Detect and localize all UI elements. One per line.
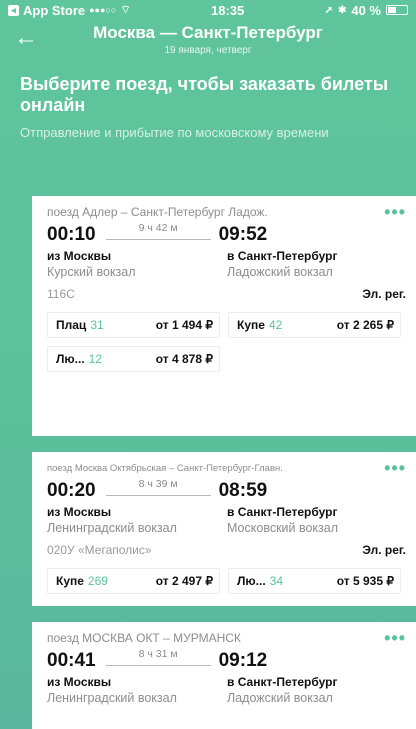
departure-time: 00:41	[47, 650, 96, 671]
from-label: из Москвы	[47, 505, 112, 519]
duration-text: 9 ч 42 м	[138, 222, 178, 234]
train-name: поезд МОСКВА ОКТ – МУРМАНСК	[47, 631, 241, 645]
train-card[interactable]: поезд Адлер – Санкт-Петербург Ладож. •••…	[32, 196, 416, 436]
duration-line	[105, 239, 211, 240]
train-number: 116С	[47, 287, 75, 301]
seat-option-coupe[interactable]: Купе 269 от 2 497 ₽	[47, 568, 220, 594]
seat-type: Лю...	[56, 352, 85, 366]
arrival-time: 09:12	[218, 650, 268, 671]
timezone-note: Отправление и прибытие по московскому вр…	[20, 125, 329, 140]
seat-type: Лю...	[237, 574, 266, 588]
seat-count: 12	[88, 352, 103, 366]
departure-time: 00:20	[47, 480, 96, 501]
from-label: из Москвы	[47, 249, 112, 263]
seat-option-lux[interactable]: Лю... 12 от 4 878 ₽	[47, 346, 220, 372]
more-options-icon[interactable]: •••	[384, 203, 406, 221]
seat-price: от 4 878 ₽	[155, 352, 213, 366]
arrival-time: 08:59	[218, 480, 268, 501]
to-label: в Санкт-Петербург	[227, 505, 338, 519]
bluetooth-icon: ✱	[337, 4, 347, 16]
seat-price: от 2 265 ₽	[336, 318, 394, 332]
to-station: Ладожский вокзал	[227, 691, 333, 705]
duration-text: 8 ч 31 м	[138, 648, 178, 660]
duration-text: 8 ч 39 м	[138, 478, 178, 490]
seat-price: от 5 935 ₽	[336, 574, 394, 588]
train-card[interactable]: поезд МОСКВА ОКТ – МУРМАНСК ••• 00:41 8 …	[32, 622, 416, 729]
location-icon: ➚	[324, 4, 333, 16]
seat-option-platzkart[interactable]: Плац 31 от 1 494 ₽	[47, 312, 220, 338]
signal-icon: ●●●○○	[89, 5, 117, 15]
train-name: поезд Адлер – Санкт-Петербург Ладож.	[47, 205, 268, 219]
app-store-link[interactable]: App Store	[23, 3, 85, 18]
seat-type: Купе	[56, 574, 84, 588]
status-right: ➚ ✱ 40 %	[325, 3, 408, 18]
arrival-time: 09:52	[218, 224, 268, 245]
route-title: Москва — Санкт-Петербург	[93, 23, 323, 42]
seat-price: от 2 497 ₽	[155, 574, 213, 588]
from-label: из Москвы	[47, 675, 112, 689]
seat-type: Плац	[56, 318, 87, 332]
train-number: 020У «Мегаполис»	[47, 543, 152, 557]
more-options-icon[interactable]: •••	[384, 459, 406, 477]
nav-bar: ← Москва — Санкт-Петербург 19 января, че…	[0, 20, 416, 62]
duration-line	[105, 665, 211, 666]
train-card[interactable]: поезд Москва Октябрьская – Санкт-Петербу…	[32, 452, 416, 606]
seat-price: от 1 494 ₽	[155, 318, 213, 332]
battery-percent: 40 %	[351, 2, 381, 18]
to-station: Московский вокзал	[227, 521, 339, 535]
seat-type: Купе	[237, 318, 265, 332]
status-time: 18:35	[210, 2, 245, 18]
status-left: ◂ App Store ●●●○○ ⌔	[8, 3, 131, 18]
intro-heading: Выберите поезд, чтобы заказать билеты он…	[20, 74, 389, 115]
seat-count: 31	[90, 318, 104, 332]
train-name: поезд Москва Октябрьская – Санкт-Петербу…	[47, 462, 283, 474]
duration: 9 ч 42 м	[105, 222, 211, 246]
duration: 8 ч 31 м	[105, 648, 211, 672]
from-station: Курский вокзал	[47, 265, 136, 279]
route-date: 19 января, четверг	[164, 45, 252, 56]
intro: Выберите поезд, чтобы заказать билеты он…	[0, 62, 416, 141]
to-label: в Санкт-Петербург	[227, 249, 338, 263]
from-station: Ленинградский вокзал	[47, 691, 177, 705]
seat-count: 34	[269, 574, 284, 588]
back-to-app-icon[interactable]: ◂	[8, 4, 19, 16]
battery-icon	[385, 5, 408, 15]
duration: 8 ч 39 м	[105, 478, 211, 502]
seat-count: 269	[87, 574, 108, 588]
to-label: в Санкт-Петербург	[227, 675, 338, 689]
duration-line	[105, 495, 211, 496]
wifi-icon: ⌔	[120, 4, 131, 16]
more-options-icon[interactable]: •••	[384, 629, 406, 647]
seat-option-coupe[interactable]: Купе 42 от 2 265 ₽	[228, 312, 401, 338]
departure-time: 00:10	[47, 224, 96, 245]
status-bar: ◂ App Store ●●●○○ ⌔ 18:35 ➚ ✱ 40 %	[0, 0, 416, 20]
seat-option-lux[interactable]: Лю... 34 от 5 935 ₽	[228, 568, 401, 594]
seat-count: 42	[268, 318, 283, 332]
to-station: Ладожский вокзал	[227, 265, 333, 279]
electronic-registration: Эл. рег.	[362, 287, 406, 301]
electronic-registration: Эл. рег.	[362, 543, 406, 557]
from-station: Ленинградский вокзал	[47, 521, 177, 535]
